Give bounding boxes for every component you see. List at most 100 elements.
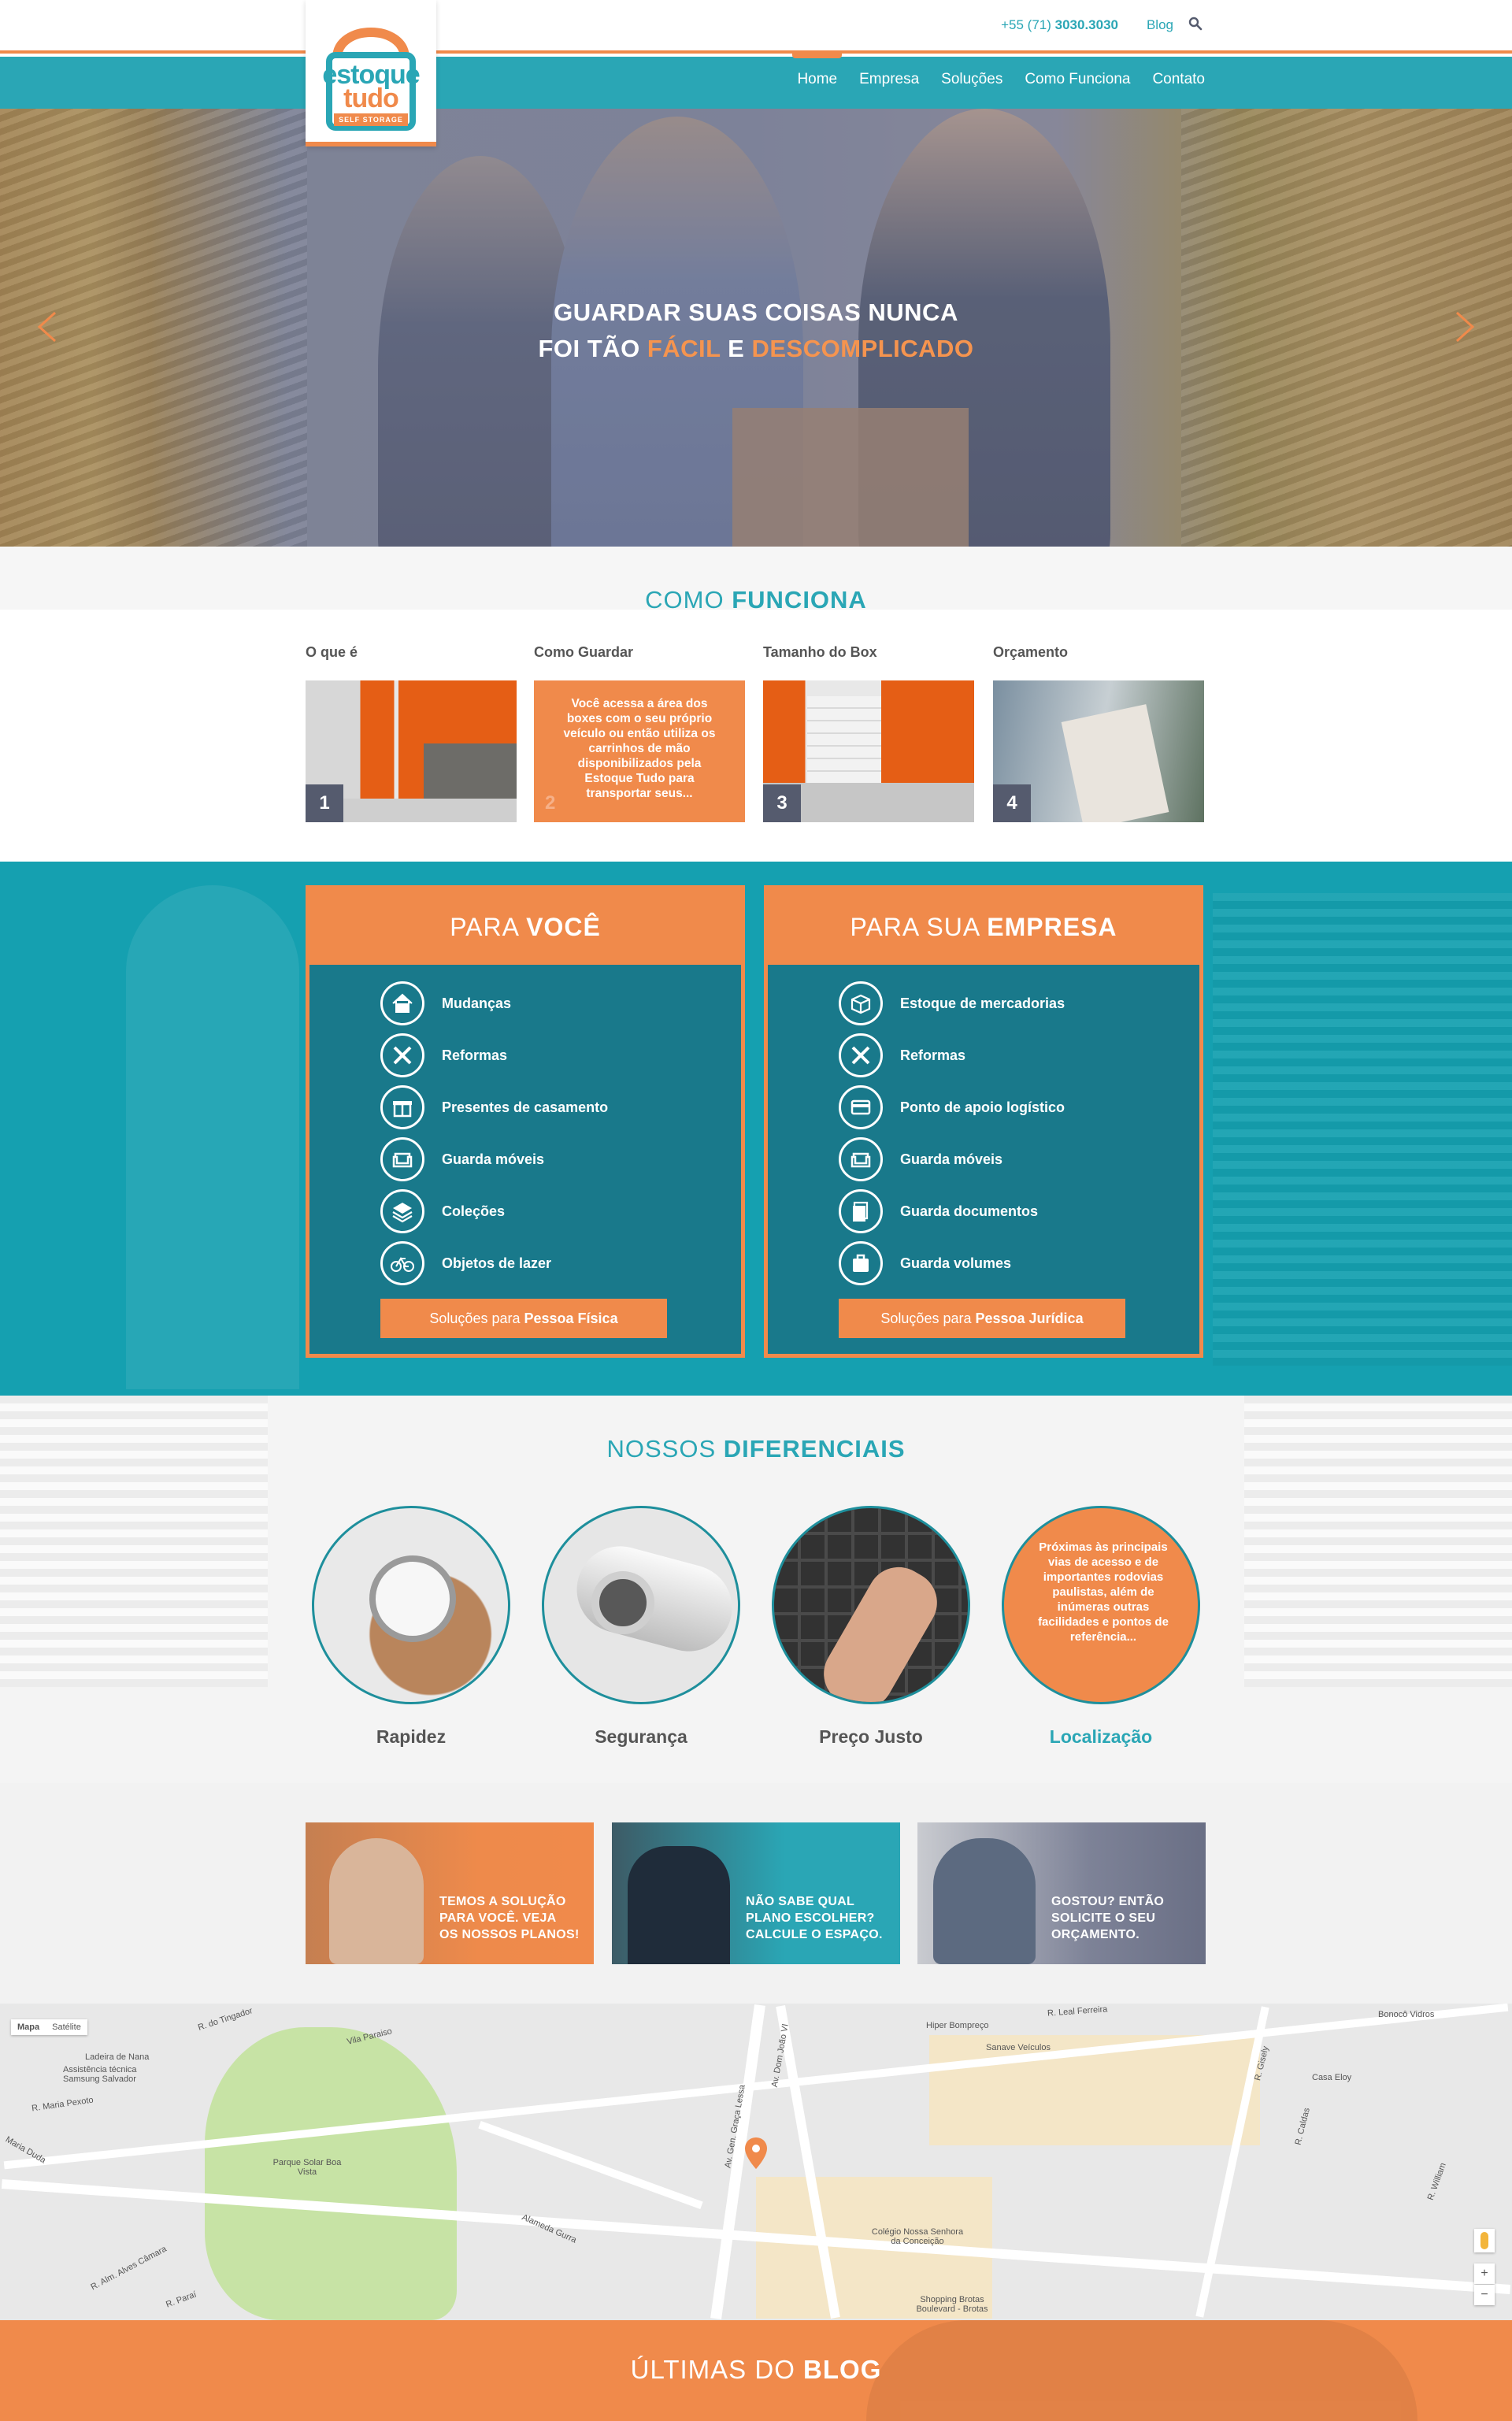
calculator-image <box>772 1506 970 1704</box>
promo-line: NÃO SABE QUAL <box>746 1895 855 1908</box>
main-nav: Home Empresa Soluções Como Funciona Cont… <box>792 54 1205 88</box>
street-view-pegman-icon[interactable] <box>1474 2229 1495 2252</box>
map-label: Casa Eloy <box>1312 2073 1352 2082</box>
step-image-storage-units: 1 <box>306 680 517 822</box>
panel-title-bold: EMPRESA <box>987 913 1117 941</box>
step-label: Orçamento <box>993 644 1069 660</box>
solution-item-label: Guarda móveis <box>900 1151 1003 1167</box>
blog-link[interactable]: Blog <box>1147 17 1173 33</box>
pessoa-juridica-button[interactable]: Soluções para Pessoa Jurídica <box>839 1299 1125 1338</box>
promo-card-plans[interactable]: TEMOS A SOLUÇÃO PARA VOCÊ. VEJA OS NOSSO… <box>306 1822 594 1964</box>
promo-line: ORÇAMENTO. <box>1051 1928 1140 1941</box>
hero-line-2: FOI TÃO FÁCIL E DESCOMPLICADO <box>0 331 1512 367</box>
phone-number[interactable]: +55 (71) 3030.3030 <box>1001 17 1118 33</box>
solutions-bg-doors <box>1213 893 1512 1366</box>
nav-solucoes[interactable]: Soluções <box>941 71 1002 88</box>
step-image-box-size: 3 <box>763 680 974 822</box>
location-map[interactable]: R. do Tingador Ladeira de Nana Assistênc… <box>0 2004 1512 2320</box>
solution-item[interactable]: Guarda móveis <box>380 1133 608 1185</box>
pegman-figure <box>1480 2232 1488 2249</box>
differential-label: Preço Justo <box>819 1726 923 1747</box>
step-label: O que é <box>306 644 358 660</box>
nav-empresa[interactable]: Empresa <box>859 71 919 88</box>
promo-text: NÃO SABE QUAL PLANO ESCOLHER? CALCULE O … <box>746 1893 883 1943</box>
page: +55 (71) 3030.3030 Blog Home Empresa Sol… <box>0 0 1512 2421</box>
button-label-light: Soluções para <box>880 1311 972 1326</box>
map-label: R. William <box>1425 2161 1448 2202</box>
solutions-list: Estoque de mercadorias Reformas Ponto de… <box>839 977 1065 1289</box>
nav-home[interactable]: Home <box>792 54 842 88</box>
zoom-in-button[interactable]: + <box>1474 2263 1495 2284</box>
armchair-icon <box>839 1137 883 1181</box>
hero-word-e: E <box>728 335 745 362</box>
panel-title-light: PARA SUA <box>850 913 980 941</box>
solution-item[interactable]: Guarda móveis <box>839 1133 1065 1185</box>
differential-item[interactable]: Preço Justo <box>772 1506 970 1748</box>
zoom-out-button[interactable]: − <box>1474 2285 1495 2305</box>
solution-item[interactable]: Reformas <box>839 1029 1065 1081</box>
solution-item[interactable]: Presentes de casamento <box>380 1081 608 1133</box>
logo-tagline: SELF STORAGE <box>334 113 408 126</box>
promo-businessman-figure <box>628 1846 730 1964</box>
how-it-works-title-bold: FUNCIONA <box>732 586 867 614</box>
differential-item[interactable]: Rapidez <box>312 1506 510 1748</box>
map-type-toggle: Mapa Satélite <box>11 2019 87 2035</box>
search-icon[interactable] <box>1188 16 1203 32</box>
pessoa-fisica-button[interactable]: Soluções para Pessoa Física <box>380 1299 667 1338</box>
differentials-section: NOSSOS DIFERENCIAIS Rapidez Segurança Pr… <box>0 1396 1512 1783</box>
promo-line: PLANO ESCOLHER? <box>746 1911 875 1925</box>
solution-item[interactable]: Mudanças <box>380 977 608 1029</box>
map-label: R. Alm. Alves Câmara <box>89 2244 169 2293</box>
step-number: 2 <box>545 792 556 814</box>
solution-item[interactable]: Reformas <box>380 1029 608 1081</box>
promo-card-calculate[interactable]: NÃO SABE QUAL PLANO ESCOLHER? CALCULE O … <box>612 1822 900 1964</box>
solution-item[interactable]: Guarda volumes <box>839 1237 1065 1289</box>
solution-item[interactable]: Estoque de mercadorias <box>839 977 1065 1029</box>
step-number: 3 <box>763 784 801 822</box>
nav-como-funciona[interactable]: Como Funciona <box>1025 71 1130 88</box>
promo-text: GOSTOU? ENTÃO SOLICITE O SEU ORÇAMENTO. <box>1051 1893 1164 1943</box>
promo-card-quote[interactable]: GOSTOU? ENTÃO SOLICITE O SEU ORÇAMENTO. <box>917 1822 1206 1964</box>
map-type-map[interactable]: Mapa <box>11 2019 46 2035</box>
camera-lens-icon <box>591 1571 654 1634</box>
stopwatch-image <box>312 1506 510 1704</box>
solution-item-label: Ponto de apoio logístico <box>900 1099 1065 1115</box>
hero-headline: GUARDAR SUAS COISAS NUNCA FOI TÃO FÁCIL … <box>0 295 1512 367</box>
solution-item-label: Objetos de lazer <box>442 1255 552 1271</box>
solution-item-label: Coleções <box>442 1203 506 1219</box>
map-label: Sanave Veículos <box>986 2043 1051 2052</box>
chevron-left-icon[interactable] <box>36 311 58 343</box>
panel-title: PARA SUA EMPRESA <box>768 889 1199 965</box>
button-label-bold: Pessoa Física <box>524 1311 618 1326</box>
step-number: 1 <box>306 784 343 822</box>
how-it-works-title-light: COMO <box>645 586 724 614</box>
solution-item[interactable]: Objetos de lazer <box>380 1237 608 1289</box>
map-label: R. do Tingador <box>196 2006 254 2033</box>
map-pin-icon[interactable] <box>743 2136 769 2171</box>
nav-contato[interactable]: Contato <box>1152 71 1205 88</box>
map-label: R. Caldas <box>1293 2107 1312 2146</box>
solution-item[interactable]: Guarda documentos <box>839 1185 1065 1237</box>
promo-child-figure <box>329 1838 424 1964</box>
panel-title-bold: VOCÊ <box>526 913 601 941</box>
hero-word-facil: FÁCIL <box>647 335 721 362</box>
chevron-right-icon[interactable] <box>1454 311 1476 343</box>
stopwatch-icon <box>369 1555 456 1642</box>
differential-item[interactable]: Segurança <box>542 1506 740 1748</box>
differentials-title: NOSSOS DIFERENCIAIS <box>0 1435 1512 1463</box>
step-image-hover: Você acessa a área dos boxes com o seu p… <box>534 680 745 822</box>
promo-line: GOSTOU? ENTÃO <box>1051 1895 1165 1908</box>
map-type-satellite[interactable]: Satélite <box>46 2019 87 2035</box>
panel-title-light: PARA <box>450 913 519 941</box>
suitcase-icon <box>839 1241 883 1285</box>
hero-line-1: GUARDAR SUAS COISAS NUNCA <box>554 298 958 326</box>
logo[interactable]: estoque tudo SELF STORAGE <box>306 0 436 146</box>
solutions-section: PARA VOCÊ Mudanças Reformas Presentes de… <box>0 862 1512 1396</box>
house-icon <box>380 981 424 1025</box>
solution-item[interactable]: Ponto de apoio logístico <box>839 1081 1065 1133</box>
solution-item[interactable]: Coleções <box>380 1185 608 1237</box>
blog-title: ÚLTIMAS DO BLOG <box>0 2355 1512 2385</box>
tools-icon <box>380 1033 424 1077</box>
armchair-icon <box>380 1137 424 1181</box>
differential-item[interactable]: Próximas às principais vias de acesso e … <box>1002 1506 1200 1748</box>
